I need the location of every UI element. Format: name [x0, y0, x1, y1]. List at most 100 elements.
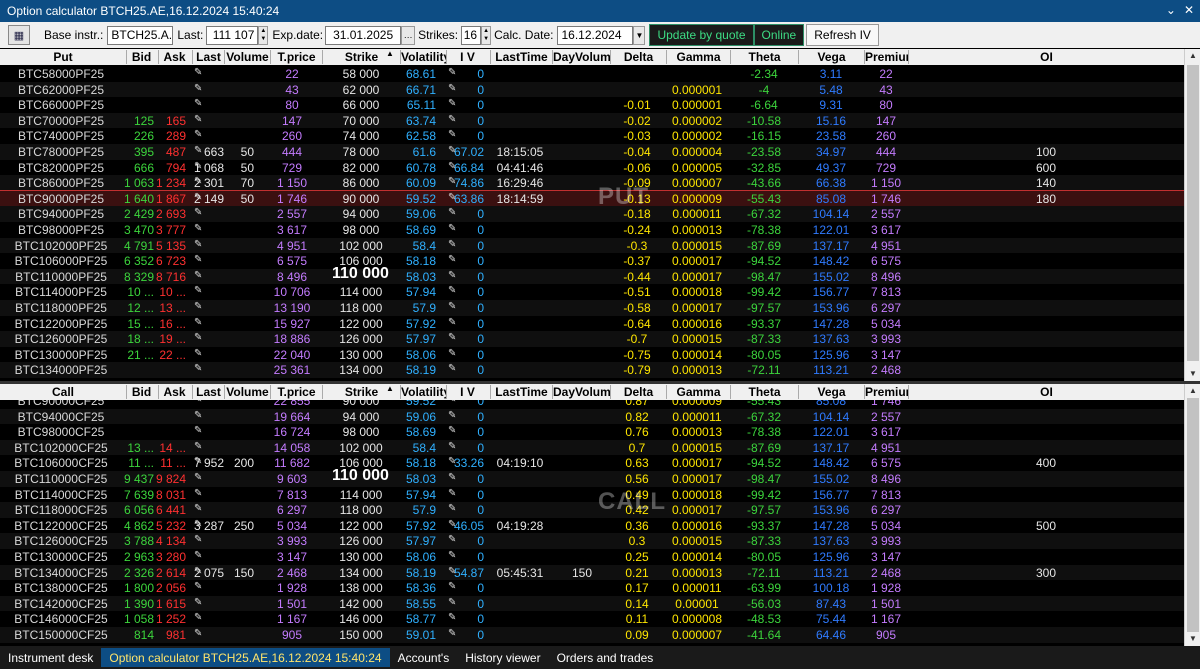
- refresh-iv-button[interactable]: Refresh IV: [806, 24, 879, 46]
- call-option-row[interactable]: BTC110000CF25 9 437 9 824 9 603 58.03 0 0.56 0.…: [0, 471, 1184, 487]
- put-header-v[interactable]: Volatility: [400, 50, 446, 64]
- call-cell-name[interactable]: BTC122000CF25: [2, 519, 120, 533]
- edit-pencil-icon[interactable]: ✎: [448, 176, 458, 187]
- edit-pencil-icon[interactable]: ✎: [194, 317, 204, 328]
- scroll-down-icon[interactable]: ▼: [1185, 367, 1200, 381]
- edit-pencil-icon[interactable]: ✎: [194, 597, 204, 608]
- tab-3[interactable]: History viewer: [457, 648, 548, 667]
- edit-pencil-icon[interactable]: ✎: [194, 628, 204, 639]
- put-cell-name[interactable]: BTC70000PF25: [2, 114, 120, 128]
- put-option-row[interactable]: BTC94000PF25 2 429 2 693 2 557 94 000 59.06 0-…: [0, 206, 1184, 222]
- edit-pencil-icon[interactable]: ✎: [194, 348, 204, 359]
- put-cell-name[interactable]: BTC58000PF25: [2, 67, 120, 81]
- edit-pencil-icon[interactable]: ✎: [448, 400, 458, 405]
- call-option-row[interactable]: BTC134000CF25 2 326 2 614 2 075 150 2 468 134 …: [0, 564, 1184, 581]
- call-cell-name[interactable]: BTC126000CF25: [2, 534, 120, 548]
- call-header-lt[interactable]: LastTime: [490, 385, 552, 399]
- edit-pencil-icon[interactable]: ✎: [448, 145, 458, 156]
- edit-pencil-icon[interactable]: ✎: [194, 67, 204, 78]
- edit-pencil-icon[interactable]: ✎: [194, 441, 204, 452]
- edit-pencil-icon[interactable]: ✎: [194, 145, 204, 156]
- edit-pencil-icon[interactable]: ✎: [194, 192, 204, 203]
- edit-pencil-icon[interactable]: ✎: [448, 67, 458, 78]
- edit-pencil-icon[interactable]: ✎: [194, 98, 204, 109]
- call-cell-name[interactable]: BTC106000CF25: [2, 456, 120, 470]
- call-header-dv[interactable]: DayVolume: [552, 385, 610, 399]
- put-cell-name[interactable]: BTC118000PF25: [2, 301, 120, 315]
- call-option-row[interactable]: BTC102000CF25 13 ... 14 ... 14 058 102 000 58…: [0, 439, 1184, 456]
- put-option-row[interactable]: BTC122000PF25 15 ... 16 ... 15 927 122 000 57…: [0, 316, 1184, 332]
- edit-pencil-icon[interactable]: ✎: [194, 270, 204, 281]
- put-header-delta[interactable]: Delta: [610, 50, 666, 64]
- call-header-bid[interactable]: Bid: [126, 385, 156, 399]
- edit-pencil-icon[interactable]: ✎: [448, 317, 458, 328]
- put-cell-name[interactable]: BTC134000PF25: [2, 363, 120, 377]
- put-header-lt[interactable]: LastTime: [490, 50, 552, 64]
- edit-pencil-icon[interactable]: ✎: [194, 519, 204, 530]
- edit-pencil-icon[interactable]: ✎: [448, 534, 458, 545]
- exp-date-input[interactable]: 31.01.2025: [325, 25, 402, 45]
- edit-pencil-icon[interactable]: ✎: [448, 628, 458, 639]
- put-header-theta[interactable]: Theta: [730, 50, 798, 64]
- edit-pencil-icon[interactable]: ✎: [448, 550, 458, 561]
- call-cell-name[interactable]: BTC118000CF25: [2, 503, 120, 517]
- edit-pencil-icon[interactable]: ✎: [448, 612, 458, 623]
- put-option-row[interactable]: BTC70000PF25 125 165 147 70 000 63.74 0 -0.02 0.…: [0, 112, 1184, 129]
- edit-pencil-icon[interactable]: ✎: [448, 301, 458, 312]
- call-header-gamma[interactable]: Gamma: [666, 385, 730, 399]
- put-option-row[interactable]: BTC58000PF25 22 58 000 68.61 0 -2.34 3.11 22 ✎ ✎: [0, 66, 1184, 82]
- edit-pencil-icon[interactable]: ✎: [194, 363, 204, 374]
- call-cell-name[interactable]: BTC94000CF25: [2, 410, 120, 424]
- put-header-vega[interactable]: Vega: [798, 50, 864, 64]
- edit-pencil-icon[interactable]: ✎: [448, 161, 458, 172]
- scroll-thumb[interactable]: [1187, 398, 1199, 632]
- put-option-row[interactable]: BTC110000PF25 8 329 8 716 8 496 58.03 0 -0.44 0…: [0, 268, 1184, 285]
- edit-pencil-icon[interactable]: ✎: [448, 223, 458, 234]
- strikes-input[interactable]: 16: [461, 25, 482, 45]
- put-cell-name[interactable]: BTC102000PF25: [2, 239, 120, 253]
- edit-pencil-icon[interactable]: ✎: [448, 114, 458, 125]
- put-cell-name[interactable]: BTC106000PF25: [2, 254, 120, 268]
- call-header-prem[interactable]: Premium: [864, 385, 908, 399]
- call-option-row[interactable]: BTC94000CF25 19 664 94 000 59.06 0 0.82 0.0000…: [0, 408, 1184, 425]
- call-header-delta[interactable]: Delta: [610, 385, 666, 399]
- update-by-quote-button[interactable]: Update by quote: [649, 24, 754, 46]
- put-option-row[interactable]: BTC66000PF25 80 66 000 65.11 0 -0.01 0.000001-…: [0, 97, 1184, 113]
- call-cell-name[interactable]: BTC98000CF25: [2, 425, 120, 439]
- calc-date-input[interactable]: 16.12.2024: [557, 25, 634, 45]
- edit-pencil-icon[interactable]: ✎: [194, 566, 204, 577]
- edit-pencil-icon[interactable]: ✎: [194, 488, 204, 499]
- put-header-iv[interactable]: I V: [446, 50, 488, 64]
- call-option-row[interactable]: BTC126000CF25 3 788 4 134 3 993 126 000 57.97…: [0, 533, 1184, 549]
- call-option-row[interactable]: BTC142000CF25 1 390 1 615 1 501 142 000 58.55…: [0, 595, 1184, 612]
- last-spinner[interactable]: ▲ ▼: [258, 25, 269, 45]
- put-cell-name[interactable]: BTC90000PF25: [2, 192, 120, 206]
- put-option-row[interactable]: BTC90000PF25 1 640 1 867 2 149 50 1 746 90 000…: [0, 189, 1184, 208]
- put-header-last[interactable]: Last: [192, 50, 224, 64]
- put-cell-name[interactable]: BTC78000PF25: [2, 145, 120, 159]
- edit-pencil-icon[interactable]: ✎: [194, 400, 204, 405]
- strikes-spinner[interactable]: ▲ ▼: [481, 25, 492, 45]
- put-option-row[interactable]: BTC74000PF25 226 289 260 74 000 62.58 0 -0.03 0.…: [0, 128, 1184, 144]
- call-option-row[interactable]: BTC138000CF25 1 800 2 056 1 928 138 000 58.36…: [0, 580, 1184, 596]
- edit-pencil-icon[interactable]: ✎: [194, 503, 204, 514]
- edit-pencil-icon[interactable]: ✎: [194, 612, 204, 623]
- edit-pencil-icon[interactable]: ✎: [448, 207, 458, 218]
- put-option-row[interactable]: BTC114000PF25 10 ... 10 ... 10 706 114 000 57…: [0, 284, 1184, 300]
- call-option-row[interactable]: BTC114000CF25 7 639 8 031 7 813 114 000 57.94…: [0, 487, 1184, 503]
- put-cell-name[interactable]: BTC122000PF25: [2, 317, 120, 331]
- put-option-row[interactable]: BTC118000PF25 12 ... 13 ... 13 190 118 000 57…: [0, 300, 1184, 316]
- scroll-thumb[interactable]: [1187, 65, 1199, 361]
- put-header-vol[interactable]: Volume: [224, 50, 270, 64]
- call-cell-name[interactable]: BTC110000CF25: [2, 472, 120, 486]
- edit-pencil-icon[interactable]: ✎: [194, 254, 204, 265]
- last-input[interactable]: 111 107: [206, 25, 259, 45]
- put-option-row[interactable]: BTC62000PF25 43 62 000 66.71 0 0.000001 -4 5.48…: [0, 81, 1184, 98]
- put-cell-name[interactable]: BTC130000PF25: [2, 348, 120, 362]
- tab-0[interactable]: Instrument desk: [0, 648, 101, 667]
- call-option-row[interactable]: BTC130000CF25 2 963 3 280 3 147 130 000 58.06…: [0, 549, 1184, 565]
- put-cell-name[interactable]: BTC94000PF25: [2, 207, 120, 221]
- edit-pencil-icon[interactable]: ✎: [448, 192, 458, 203]
- edit-pencil-icon[interactable]: ✎: [194, 223, 204, 234]
- put-option-row[interactable]: BTC82000PF25 666 794 1 068 50 729 82 000 60.78 6…: [0, 160, 1184, 176]
